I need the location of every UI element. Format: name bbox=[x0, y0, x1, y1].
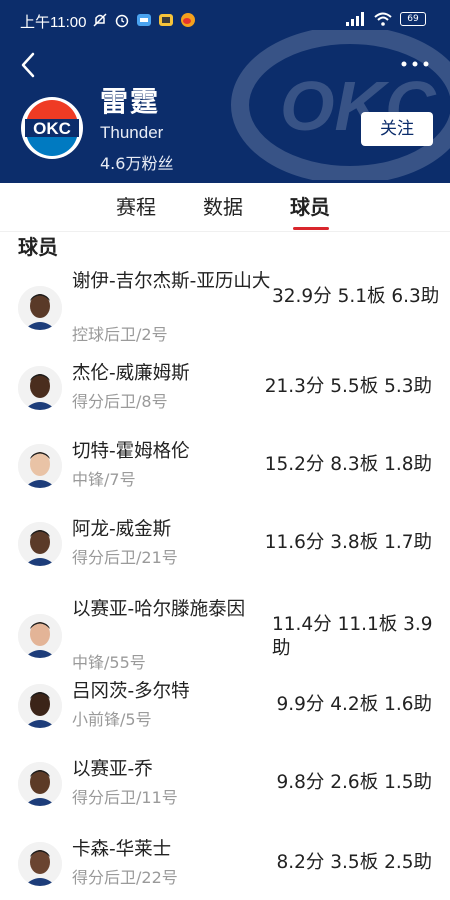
back-arrow-icon[interactable] bbox=[16, 50, 42, 80]
more-options-icon[interactable] bbox=[400, 58, 430, 70]
player-position: 中锋/7号 bbox=[72, 470, 136, 489]
weibo-icon bbox=[181, 13, 195, 27]
player-stats: 8.2分 3.5板 2.5助 bbox=[276, 852, 432, 873]
tab-schedule[interactable]: 赛程 bbox=[116, 191, 156, 220]
tab-divider bbox=[0, 231, 450, 232]
player-name: 谢伊-吉尔杰斯-亚历山大 bbox=[72, 271, 271, 292]
player-avatar bbox=[18, 614, 62, 658]
player-position: 得分后卫/21号 bbox=[72, 548, 178, 567]
player-name: 以赛亚-哈尔滕施泰因 bbox=[72, 599, 246, 620]
tab-stats[interactable]: 数据 bbox=[203, 191, 243, 220]
player-avatar bbox=[18, 286, 62, 330]
player-avatar bbox=[18, 444, 62, 488]
status-bar: 上午11:00 69 bbox=[0, 0, 450, 40]
player-row[interactable]: 以赛亚-乔得分后卫/11号 9.8分 2.6板 1.5助 bbox=[0, 758, 450, 838]
player-stats: 9.8分 2.6板 1.5助 bbox=[276, 772, 432, 793]
team-logo: OKC bbox=[21, 97, 83, 159]
team-english-name: Thunder bbox=[100, 123, 164, 142]
player-stats: 11.4分 11.1板 3.9助 bbox=[272, 614, 433, 659]
player-row[interactable]: 杰伦-威廉姆斯 得分后卫/8号 21.3分 5.5板 5.3助 bbox=[0, 362, 450, 442]
player-row[interactable]: 切特-霍姆格伦 中锋/7号 15.2分 8.3板 1.8助 bbox=[0, 440, 450, 520]
app-notification-icon bbox=[137, 14, 151, 26]
mute-icon bbox=[93, 13, 107, 27]
tab-players[interactable]: 球员 bbox=[290, 191, 330, 220]
player-stats: 21.3分 5.5板 5.3助 bbox=[264, 376, 432, 397]
tab-bar: 赛程 数据 球员 bbox=[0, 183, 450, 231]
player-position: 小前锋/5号 bbox=[72, 710, 152, 729]
player-avatar bbox=[18, 522, 62, 566]
team-header: OKC 上午11:00 69 OKC 雷霆 Thunder 4.6万粉丝 关注 bbox=[0, 0, 450, 183]
player-position: 得分后卫/8号 bbox=[72, 392, 168, 411]
player-position: 控球后卫/2号 bbox=[72, 325, 168, 344]
signal-icon bbox=[346, 12, 364, 26]
player-position: 得分后卫/22号 bbox=[72, 868, 178, 887]
player-name: 以赛亚-乔 bbox=[72, 759, 153, 780]
notification-icons bbox=[92, 12, 196, 28]
player-avatar bbox=[18, 842, 62, 886]
player-avatar bbox=[18, 684, 62, 728]
player-stats: 9.9分 4.2板 1.6助 bbox=[276, 694, 432, 715]
status-time: 上午11:00 bbox=[20, 14, 87, 31]
fan-count: 4.6万粉丝 bbox=[100, 154, 174, 173]
active-tab-indicator bbox=[293, 227, 329, 230]
system-status: 69 bbox=[346, 12, 426, 26]
player-avatar bbox=[18, 366, 62, 410]
player-stats: 11.6分 3.8板 1.7助 bbox=[264, 532, 432, 553]
player-row[interactable]: 谢伊-吉尔杰斯-亚历山大 控球后卫/2号 32.9分 5.1板 6.3助 bbox=[0, 270, 450, 350]
section-title: 球员 bbox=[18, 235, 58, 259]
player-name: 卡森-华莱士 bbox=[72, 839, 172, 860]
okc-watermark-icon: OKC bbox=[231, 30, 450, 180]
player-name: 切特-霍姆格伦 bbox=[72, 441, 190, 462]
player-name: 阿龙-威金斯 bbox=[72, 519, 172, 540]
player-stats: 32.9分 5.1板 6.3助 bbox=[272, 286, 440, 307]
player-row[interactable]: 阿龙-威金斯 得分后卫/21号 11.6分 3.8板 1.7助 bbox=[0, 518, 450, 598]
follow-button[interactable]: 关注 bbox=[361, 112, 433, 146]
player-position: 中锋/55号 bbox=[72, 653, 146, 672]
battery-icon: 69 bbox=[400, 12, 426, 26]
alarm-icon bbox=[115, 14, 129, 28]
player-row[interactable]: 以赛亚-哈尔滕施泰因 中锋/55号 11.4分 11.1板 3.9助 bbox=[0, 598, 450, 678]
player-row[interactable]: 卡森-华莱士 得分后卫/22号 8.2分 3.5板 2.5助 bbox=[0, 838, 450, 900]
team-logo-text: OKC bbox=[33, 119, 71, 138]
wifi-icon bbox=[374, 12, 392, 26]
player-row[interactable]: 吕冈茨-多尔特 小前锋/5号 9.9分 4.2板 1.6助 bbox=[0, 680, 450, 760]
team-name: 雷霆 bbox=[100, 85, 161, 118]
player-name: 杰伦-威廉姆斯 bbox=[72, 363, 190, 384]
player-name: 吕冈茨-多尔特 bbox=[72, 681, 190, 702]
player-position: 得分后卫/11号 bbox=[72, 788, 178, 807]
chat-notification-icon bbox=[159, 14, 173, 26]
player-avatar bbox=[18, 762, 62, 806]
player-stats: 15.2分 8.3板 1.8助 bbox=[264, 454, 432, 475]
